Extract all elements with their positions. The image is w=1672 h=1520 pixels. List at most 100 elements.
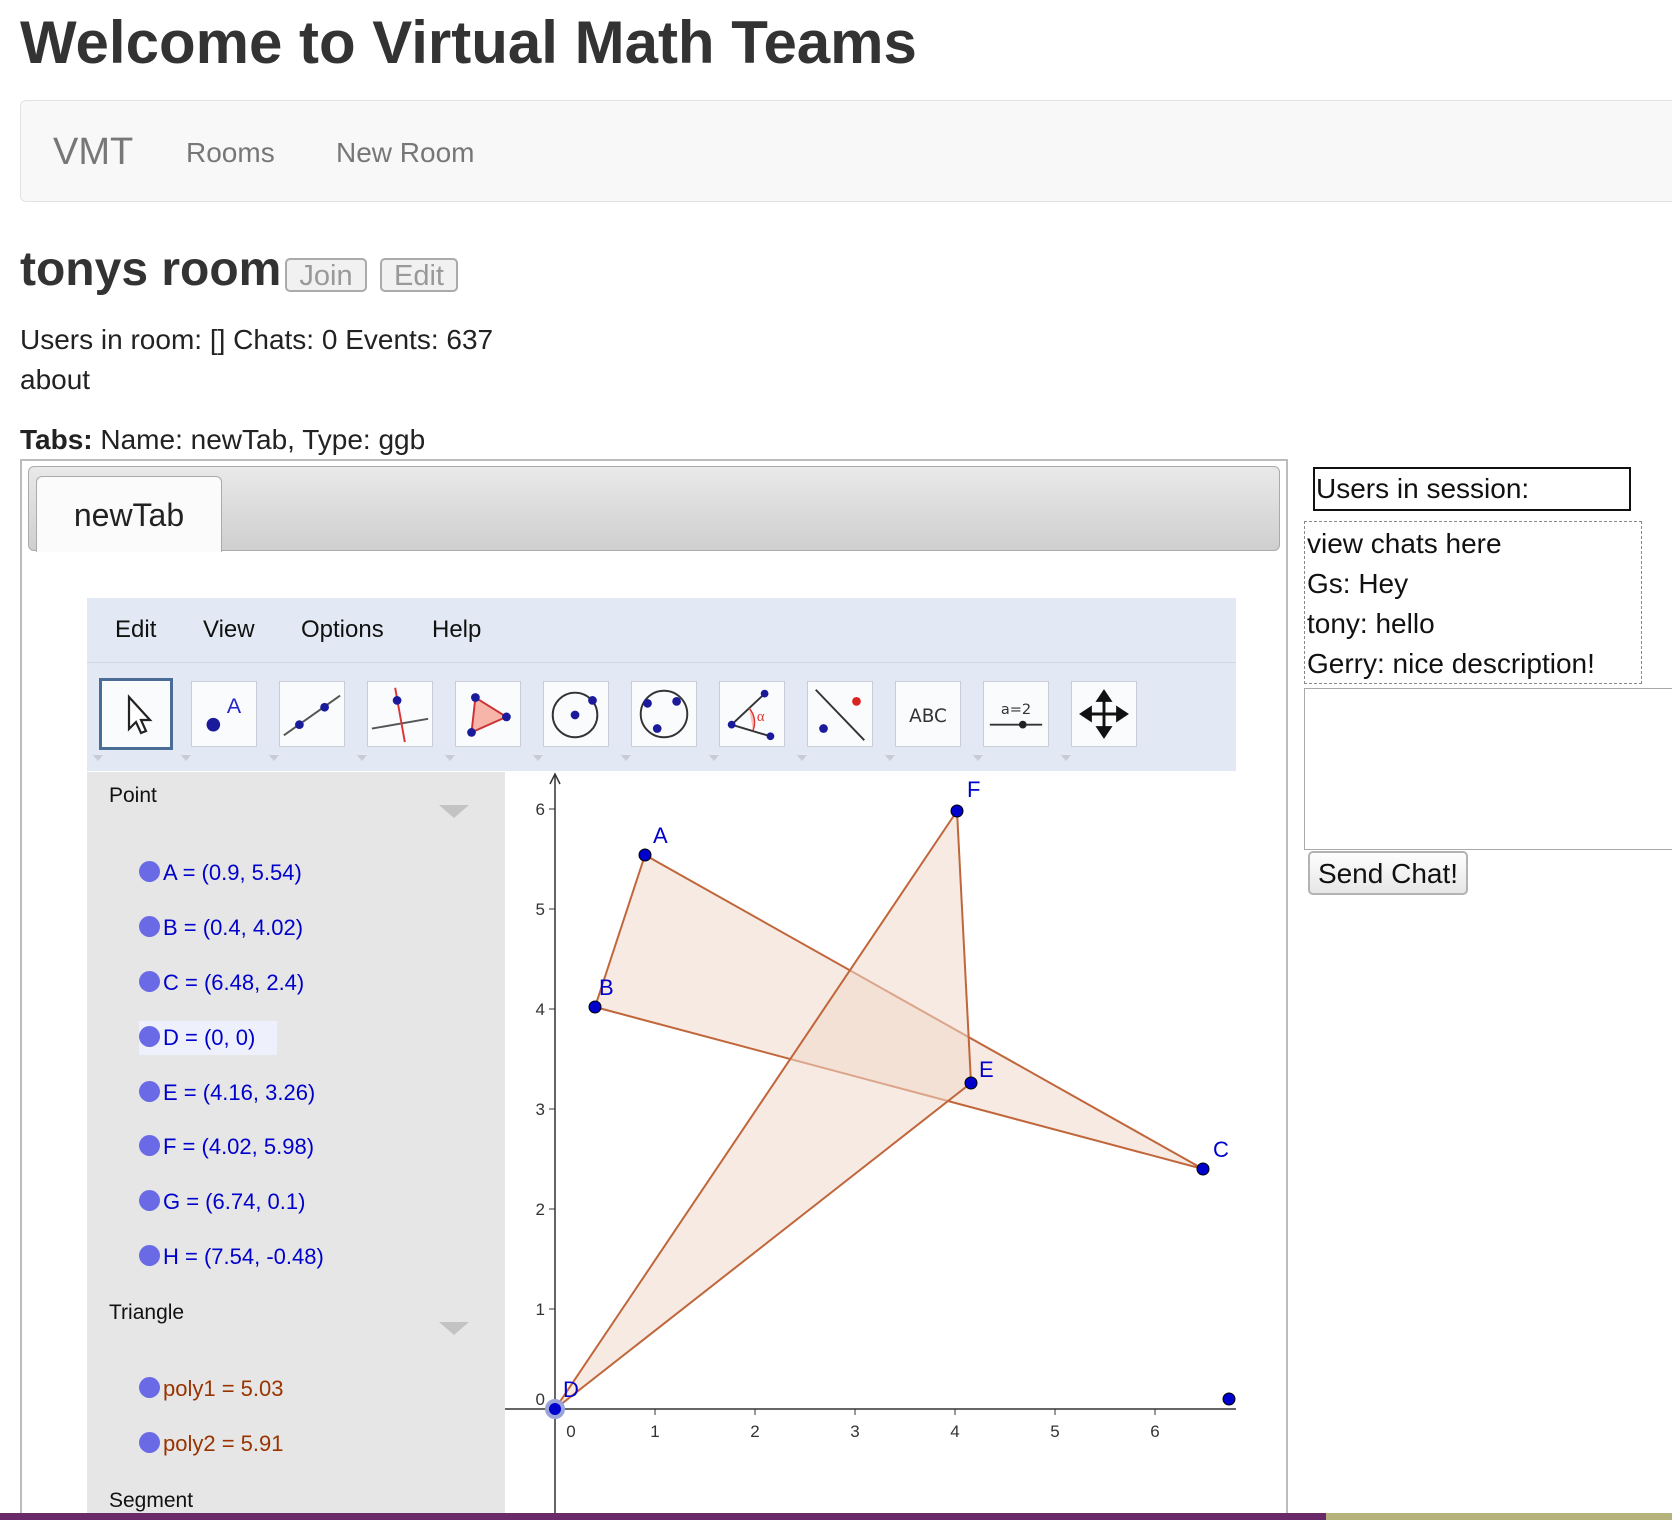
perpendicular-tool-icon[interactable] [367, 681, 433, 747]
x-tick-label: 1 [650, 1422, 659, 1441]
visibility-dot-icon[interactable] [139, 970, 160, 992]
algebra-item[interactable]: D = (0, 0) [139, 1021, 278, 1055]
point-label-E: E [979, 1057, 994, 1082]
algebra-item[interactable]: F = (4.02, 5.98) [139, 1130, 314, 1164]
chat-line: Gs: Hey [1307, 568, 1409, 599]
y-tick-label: 1 [536, 1300, 545, 1319]
reflect-tool-icon[interactable] [807, 681, 873, 747]
point-A [638, 848, 652, 862]
x-tick-label: 2 [750, 1422, 759, 1441]
triangle-poly2 [554, 807, 973, 1410]
point-G [1222, 1392, 1236, 1406]
visibility-dot-icon[interactable] [139, 1244, 160, 1266]
y-tick-label: 2 [536, 1200, 545, 1219]
tabs-info: Tabs: Name: newTab, Type: ggb [20, 424, 425, 456]
point-label-A: A [653, 823, 668, 848]
nav-link-rooms[interactable]: Rooms [186, 137, 275, 169]
menu-view[interactable]: View [203, 616, 255, 644]
navbar: VMT Rooms New Room [20, 100, 1672, 202]
point-label-D: D [563, 1377, 579, 1402]
y-tick-label: 3 [536, 1100, 545, 1119]
point-label-B: B [599, 975, 614, 1000]
algebra-group-point[interactable]: Point [109, 784, 157, 808]
algebra-item[interactable]: C = (6.48, 2.4) [139, 966, 304, 1000]
users-in-session: Users in session: [1313, 467, 1631, 511]
send-chat-button[interactable]: Send Chat! [1308, 851, 1468, 895]
visibility-dot-icon[interactable] [139, 1134, 160, 1156]
y-tick-label: 6 [536, 800, 545, 819]
move-tool-icon[interactable] [99, 678, 173, 750]
y-tick-label: 0 [536, 1390, 545, 1409]
graphics-view[interactable]: 0 1 2 3 4 5 6 0 1 2 3 4 5 6 A B C D E F [505, 772, 1236, 1520]
collapse-point-icon[interactable] [439, 805, 469, 818]
algebra-item[interactable]: A = (0.9, 5.54) [139, 856, 302, 890]
svg-text:A: A [227, 694, 242, 718]
line-tool-icon[interactable] [279, 681, 345, 747]
algebra-item[interactable]: G = (6.74, 0.1) [139, 1185, 305, 1219]
visibility-dot-icon[interactable] [139, 1025, 160, 1047]
algebra-group-triangle[interactable]: Triangle [109, 1301, 184, 1325]
tabs-label: Tabs: [20, 424, 93, 455]
graph-canvas[interactable]: 0 1 2 3 4 5 6 0 1 2 3 4 5 6 A B C D E F [505, 772, 1236, 1520]
slider-tool-icon[interactable]: a=2 [983, 681, 1049, 747]
text-tool-icon[interactable]: ABC [895, 681, 961, 747]
visibility-dot-icon[interactable] [139, 860, 160, 882]
point-D [545, 1399, 565, 1419]
chat-log: view chats here Gs: Hey tony: hello Gerr… [1304, 521, 1642, 684]
algebra-group-segment[interactable]: Segment [109, 1489, 193, 1513]
tabs-value: Name: newTab, Type: ggb [92, 424, 426, 455]
room-description: about [20, 364, 91, 395]
ggb-toolbar: A α ABC a=2 [87, 663, 1236, 771]
page-title: Welcome to Virtual Math Teams [20, 9, 917, 76]
menu-options[interactable]: Options [301, 616, 384, 644]
point-C [1196, 1162, 1210, 1176]
y-tick-label: 4 [536, 1000, 545, 1019]
x-tick-label: 4 [950, 1422, 959, 1441]
circle-three-points-tool-icon[interactable] [631, 681, 697, 747]
x-tick-label: 6 [1150, 1422, 1159, 1441]
x-tick-label: 3 [850, 1422, 859, 1441]
ggb-menubar: Edit View Options Help [87, 598, 1236, 663]
slider-tool-label: a=2 [1001, 702, 1031, 718]
chat-input[interactable] [1304, 688, 1672, 850]
point-tool-icon[interactable]: A [191, 681, 257, 747]
nav-link-new-room[interactable]: New Room [336, 137, 474, 169]
polygon-tool-icon[interactable] [455, 681, 521, 747]
visibility-dot-icon[interactable] [139, 1080, 160, 1102]
algebra-item[interactable]: B = (0.4, 4.02) [139, 911, 303, 945]
x-tick-label: 5 [1050, 1422, 1059, 1441]
tab-newtab[interactable]: newTab [36, 476, 222, 552]
algebra-item[interactable]: poly1 = 5.03 [139, 1372, 283, 1406]
visibility-dot-icon[interactable] [139, 915, 160, 937]
menu-edit[interactable]: Edit [115, 616, 156, 644]
menu-help[interactable]: Help [432, 616, 481, 644]
point-label-C: C [1213, 1137, 1229, 1162]
text-tool-label: ABC [909, 706, 947, 727]
algebra-view: Point A = (0.9, 5.54) B = (0.4, 4.02) C … [87, 772, 505, 1520]
angle-tool-icon[interactable]: α [719, 681, 785, 747]
collapse-triangle-icon[interactable] [439, 1322, 469, 1335]
chat-line: Gerry: nice description! [1307, 648, 1595, 679]
y-tick-label: 5 [536, 900, 545, 919]
visibility-dot-icon[interactable] [139, 1189, 160, 1211]
visibility-dot-icon[interactable] [139, 1376, 160, 1398]
visibility-dot-icon[interactable] [139, 1431, 160, 1453]
geogebra-applet[interactable]: Edit View Options Help A α ABC a=2 Point… [87, 598, 1236, 1520]
x-tick-label: 0 [566, 1422, 575, 1441]
brand-link[interactable]: VMT [53, 131, 133, 174]
algebra-item[interactable]: poly2 = 5.91 [139, 1427, 283, 1461]
edit-button[interactable]: Edit [380, 258, 458, 292]
join-button[interactable]: Join [285, 258, 367, 292]
svg-text:α: α [757, 709, 765, 725]
algebra-item[interactable]: E = (4.16, 3.26) [139, 1076, 315, 1110]
bottom-strip-right [1326, 1513, 1672, 1520]
point-B [588, 1000, 602, 1014]
bottom-strip [0, 1513, 1326, 1520]
circle-center-tool-icon[interactable] [543, 681, 609, 747]
move-view-tool-icon[interactable] [1071, 681, 1137, 747]
point-E [964, 1076, 978, 1090]
point-F [950, 804, 964, 818]
chat-line: tony: hello [1307, 608, 1435, 639]
room-stats: Users in room: [] Chats: 0 Events: 637 [20, 324, 494, 355]
algebra-item[interactable]: H = (7.54, -0.48) [139, 1240, 324, 1274]
